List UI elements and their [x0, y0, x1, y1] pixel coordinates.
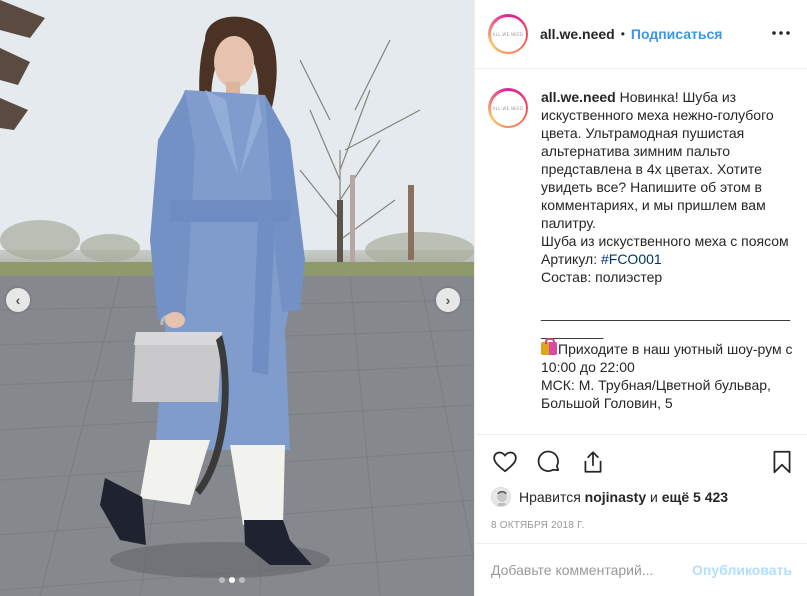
caption-composition: Состав: полиэстер: [541, 269, 663, 285]
comment-form: Опубликовать: [475, 543, 807, 596]
liker-avatar[interactable]: [491, 487, 511, 507]
bookmark-icon[interactable]: [769, 449, 795, 475]
post-panel: ALL.WE.NEED all.we.need • Подписаться AL…: [474, 0, 807, 596]
chevron-right-icon: ›: [445, 292, 451, 308]
post-date[interactable]: 8 октября 2018 г.: [491, 520, 584, 531]
publish-button[interactable]: Опубликовать: [692, 562, 792, 578]
carousel-next-button[interactable]: ›: [436, 288, 460, 312]
comment-icon[interactable]: [536, 449, 562, 475]
comment-input[interactable]: [491, 562, 681, 578]
carousel-dot: [239, 577, 245, 583]
shopping-bags-icon: [541, 338, 557, 355]
heart-icon[interactable]: [492, 449, 518, 475]
follow-button[interactable]: Подписаться: [631, 26, 723, 42]
caption: ALL.WE.NEED all.we.need Новинка! Шуба из…: [475, 70, 807, 412]
hashtag-link[interactable]: #FCO001: [601, 251, 662, 267]
caption-showroom: Приходите в наш уютный шоу-рум с 10:00 д…: [541, 341, 797, 375]
avatar-logo: ALL.WE.NEED: [490, 16, 526, 52]
likes-prefix: Нравится: [519, 489, 581, 505]
photo-scene: [0, 0, 474, 596]
caption-address: МСК: М. Трубная/Цветной бульвар, Большой…: [541, 377, 775, 411]
carousel-indicator: [219, 577, 245, 583]
more-options-icon[interactable]: [771, 23, 791, 47]
caption-text: all.we.need Новинка! Шуба из искуственно…: [541, 88, 796, 412]
avatar-logo: ALL.WE.NEED: [490, 90, 526, 126]
comments-scroll-area[interactable]: ALL.WE.NEED all.we.need Новинка! Шуба из…: [475, 70, 807, 434]
caption-article-label: Артикул:: [541, 251, 601, 267]
chevron-left-icon: ‹: [15, 292, 21, 308]
share-icon[interactable]: [580, 449, 606, 475]
action-bar: [475, 434, 807, 486]
header-username[interactable]: all.we.need: [540, 26, 615, 42]
caption-avatar[interactable]: ALL.WE.NEED: [488, 88, 528, 128]
carousel-prev-button[interactable]: ‹: [6, 288, 30, 312]
avatar[interactable]: ALL.WE.NEED: [488, 14, 528, 54]
likes-summary: Нравится nojinasty и ещё 5 423: [491, 486, 728, 508]
caption-product: Шуба из искуственного меха с поясом: [541, 233, 789, 249]
post-header: ALL.WE.NEED all.we.need • Подписаться: [475, 0, 807, 69]
liker-username[interactable]: nojinasty: [585, 489, 646, 505]
likes-count-link[interactable]: ещё 5 423: [662, 489, 728, 505]
likes-conj: и: [650, 489, 658, 505]
caption-username[interactable]: all.we.need: [541, 89, 616, 105]
caption-body: Новинка! Шуба из искуственного меха нежн…: [541, 89, 778, 231]
caption-divider: ________________________________________: [541, 305, 791, 339]
carousel-dot: [219, 577, 225, 583]
post-photo[interactable]: ‹ ›: [0, 0, 474, 596]
header-separator: •: [620, 27, 625, 41]
carousel-dot-active: [229, 577, 235, 583]
